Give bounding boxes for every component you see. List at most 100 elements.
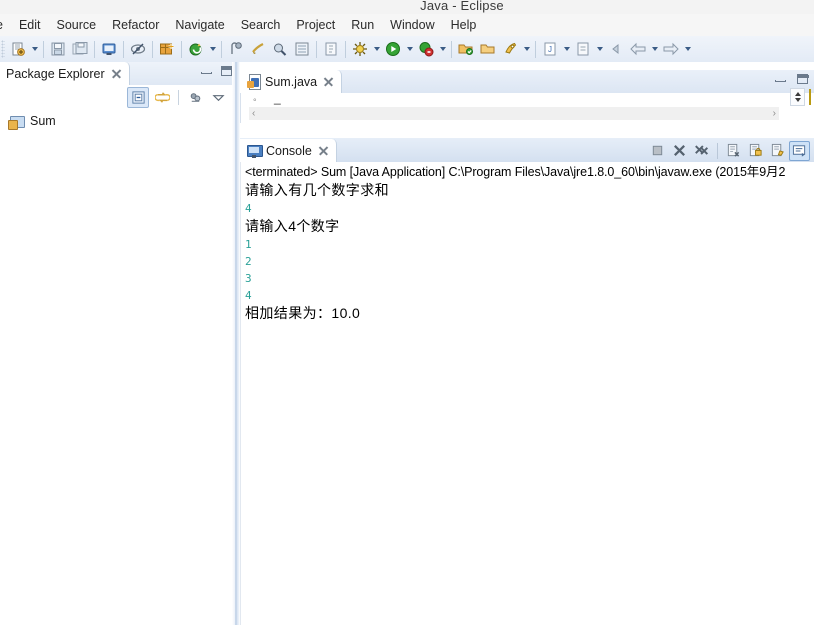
new-java-interface-icon[interactable]: J (540, 39, 560, 59)
minimize-icon[interactable] (775, 74, 786, 83)
console-line-input: 4 (245, 289, 252, 302)
toolbar-separator (717, 142, 718, 159)
menu-refactor[interactable]: Refactor (104, 16, 167, 34)
open-type-icon[interactable] (270, 39, 290, 59)
open-task-icon[interactable] (226, 39, 246, 59)
tree-item-sum[interactable]: Sum (0, 109, 236, 133)
editor-right-controls (790, 88, 811, 106)
toolbar-separator (181, 40, 182, 58)
debug-icon[interactable] (350, 39, 370, 59)
collapse-all-icon[interactable] (127, 86, 149, 108)
external-tools-icon[interactable] (186, 39, 206, 59)
scroll-left-icon[interactable]: ‹ (252, 108, 255, 119)
package-explorer-tab-row: Package Explorer (0, 62, 236, 85)
new-wizard-icon[interactable] (8, 39, 28, 59)
close-icon[interactable] (318, 145, 329, 156)
skip-breakpoints-icon[interactable] (248, 39, 268, 59)
clear-console-icon[interactable] (723, 141, 744, 161)
new-java-interface-dropdown-icon[interactable] (561, 39, 572, 59)
previous-annotation-icon[interactable] (573, 39, 593, 59)
maximize-icon[interactable] (797, 74, 809, 84)
open-folder-2-icon[interactable] (478, 39, 498, 59)
menu-edit[interactable]: Edit (11, 16, 49, 34)
view-filters-icon[interactable] (185, 88, 205, 107)
panel-divider[interactable] (232, 62, 240, 625)
console-line-output: 请输入4个数字 (245, 218, 340, 234)
display-selected-console-icon[interactable] (789, 140, 810, 161)
minimize-icon[interactable] (201, 66, 212, 75)
console-line-input: 4 (245, 202, 252, 215)
menu-file[interactable]: e (0, 16, 11, 34)
coverage-dropdown-icon[interactable] (437, 39, 448, 59)
console-icon (247, 144, 263, 158)
forward-icon[interactable] (661, 39, 681, 59)
toolbar-separator (316, 40, 317, 58)
toggle-mark-occurrences-icon[interactable] (128, 39, 148, 59)
editor-horizontal-scrollbar[interactable]: ‹ › (249, 107, 779, 120)
tree-item-label: Sum (30, 114, 56, 128)
close-icon[interactable] (111, 68, 122, 79)
menu-search[interactable]: Search (233, 16, 289, 34)
menu-help[interactable]: Help (443, 16, 485, 34)
save-all-icon[interactable] (70, 39, 90, 59)
window-title: Java - Eclipse (420, 0, 504, 13)
console-output[interactable]: <terminated> Sum [Java Application] C:\P… (240, 162, 814, 625)
run-as-dropdown-icon[interactable] (521, 39, 532, 59)
next-prev-annotation-icon[interactable] (790, 88, 805, 106)
toolbar-grip[interactable] (1, 40, 5, 58)
package-explorer-tab-label: Package Explorer (6, 66, 105, 81)
scroll-right-icon[interactable]: › (773, 108, 776, 119)
toolbar-separator (94, 40, 95, 58)
toolbar-separator (152, 40, 153, 58)
run-dropdown-icon[interactable] (404, 39, 415, 59)
editor-caret: _ (274, 91, 281, 105)
menu-source[interactable]: Source (49, 16, 105, 34)
scroll-lock-icon[interactable] (745, 141, 766, 161)
menu-bar: e Edit Source Refactor Navigate Search P… (0, 14, 814, 36)
editor-canvas[interactable]: _ ° ‹ › (240, 91, 814, 123)
console-tab-row: Console (240, 138, 814, 162)
package-explorer-toolbar (0, 85, 236, 109)
pin-console-icon[interactable] (767, 141, 788, 161)
package-explorer-panel: Package Explorer Sum (0, 62, 236, 625)
close-icon[interactable] (323, 76, 334, 87)
run-as-icon[interactable] (500, 39, 520, 59)
editor-ruler-marker: ° (253, 97, 257, 107)
remove-launch-icon[interactable] (669, 141, 690, 161)
link-with-editor-icon[interactable] (152, 88, 172, 107)
open-folder-icon[interactable] (456, 39, 476, 59)
new-java-package-icon[interactable] (157, 39, 177, 59)
debug-dropdown-icon[interactable] (371, 39, 382, 59)
toggle-breadcrumb-icon[interactable] (292, 39, 312, 59)
console-line-input: 2 (245, 255, 252, 268)
toolbar-separator (345, 40, 346, 58)
tab-console[interactable]: Console (240, 139, 337, 162)
new-java-class-icon[interactable] (321, 39, 341, 59)
menu-navigate[interactable]: Navigate (167, 16, 232, 34)
back-small-icon[interactable] (606, 39, 626, 59)
console-line-result: 相加结果为：10.0 (245, 305, 361, 321)
package-explorer-window-controls (201, 66, 233, 76)
forward-dropdown-icon[interactable] (682, 39, 693, 59)
tab-package-explorer[interactable]: Package Explorer (0, 62, 130, 85)
editor-tab-label: Sum.java (265, 74, 318, 89)
external-tools-dropdown-icon[interactable] (207, 39, 218, 59)
maximize-icon[interactable] (221, 66, 233, 76)
eclipse-window: Java - Eclipse e Edit Source Refactor Na… (0, 0, 814, 625)
run-icon[interactable] (383, 39, 403, 59)
back-dropdown-icon[interactable] (649, 39, 660, 59)
new-wizard-dropdown-icon[interactable] (29, 39, 40, 59)
menu-project[interactable]: Project (288, 16, 343, 34)
save-icon[interactable] (48, 39, 68, 59)
back-icon[interactable] (628, 39, 648, 59)
tab-sum-java[interactable]: Sum.java (240, 70, 343, 93)
remove-all-terminated-icon[interactable] (691, 141, 712, 161)
coverage-icon[interactable] (416, 39, 436, 59)
view-menu-icon[interactable] (208, 88, 228, 107)
print-icon[interactable] (99, 39, 119, 59)
menu-window[interactable]: Window (382, 16, 442, 34)
menu-run[interactable]: Run (343, 16, 382, 34)
previous-annotation-dropdown-icon[interactable] (594, 39, 605, 59)
terminate-icon[interactable] (647, 141, 668, 161)
editor-area: Sum.java _ ° ‹ › (240, 62, 814, 138)
